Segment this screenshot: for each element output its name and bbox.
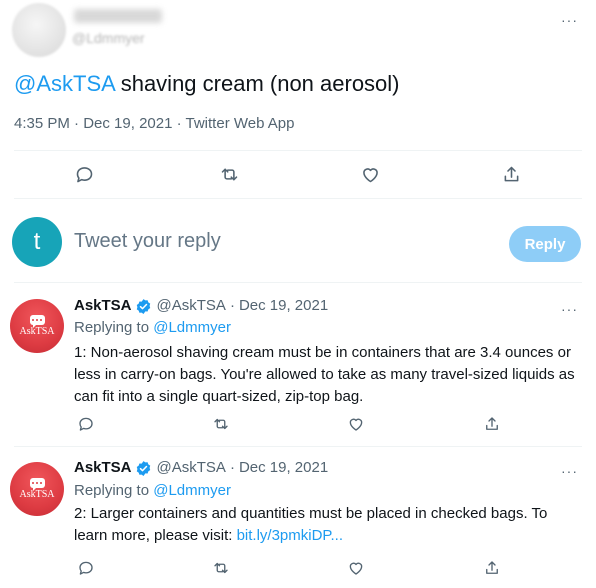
avatar-logo-text: AskTSA	[19, 326, 55, 337]
replying-to: Replying to @Ldmmyer	[74, 318, 231, 338]
tweet-source[interactable]: Twitter Web App	[186, 115, 295, 132]
reply-composer: t Tweet your reply Reply	[0, 214, 596, 276]
reply-action-bar	[0, 412, 596, 436]
heart-icon[interactable]	[344, 412, 368, 436]
tweet-date[interactable]: Dec 19, 2021	[239, 458, 328, 478]
header-separator: ·	[229, 459, 235, 476]
meta-separator: ·	[69, 115, 84, 132]
retweet-icon[interactable]	[209, 412, 233, 436]
author-handle[interactable]: @Ldmmyer	[72, 30, 145, 46]
heart-icon[interactable]	[358, 162, 382, 186]
more-icon[interactable]: ···	[561, 302, 578, 316]
reply-text: 1: Non-aerosol shaving cream must be in …	[74, 342, 584, 408]
verified-badge-icon	[136, 298, 150, 314]
mention-link[interactable]: @AskTSA	[14, 71, 115, 96]
reply-header: AskTSA @AskTSA · Dec 19, 2021	[74, 296, 328, 316]
replying-label: Replying to	[74, 482, 154, 499]
divider	[14, 198, 582, 199]
author-handle[interactable]: @AskTSA	[157, 458, 226, 478]
chat-bubble-icon	[29, 478, 45, 491]
tweet-date[interactable]: Dec 19, 2021	[239, 296, 328, 316]
meta-separator: ·	[172, 115, 186, 132]
replying-to-link[interactable]: @Ldmmyer	[153, 319, 231, 336]
divider	[14, 446, 582, 447]
reply-header: AskTSA @AskTSA · Dec 19, 2021	[74, 458, 328, 478]
retweet-icon[interactable]	[209, 556, 233, 580]
main-action-bar	[0, 162, 596, 186]
reply-body: 1: Non-aerosol shaving cream must be in …	[74, 344, 575, 405]
replying-to: Replying to @Ldmmyer	[74, 481, 231, 501]
avatar-logo-text: AskTSA	[19, 489, 55, 500]
reply-action-bar	[0, 556, 596, 580]
share-icon[interactable]	[480, 412, 504, 436]
author-name[interactable]: AskTSA	[74, 458, 132, 478]
tweet-time[interactable]: 4:35 PM	[14, 115, 70, 132]
reply-icon[interactable]	[74, 412, 98, 436]
main-tweet-header: @Ldmmyer ···	[0, 0, 596, 62]
chat-bubble-icon	[29, 315, 45, 328]
author-avatar[interactable]	[12, 3, 66, 57]
reply-link[interactable]: bit.ly/3pmkiDP...	[237, 527, 343, 544]
retweet-icon[interactable]	[217, 162, 241, 186]
share-icon[interactable]	[499, 162, 523, 186]
reply-icon[interactable]	[72, 162, 96, 186]
more-icon[interactable]: ···	[561, 13, 578, 27]
replying-label: Replying to	[74, 319, 154, 336]
main-tweet-text: @AskTSA shaving cream (non aerosol)	[14, 69, 400, 99]
reply-icon[interactable]	[74, 556, 98, 580]
reply-input[interactable]: Tweet your reply	[74, 230, 221, 253]
tweet-meta: 4:35 PM · Dec 19, 2021 · Twitter Web App	[14, 115, 294, 132]
share-icon[interactable]	[480, 556, 504, 580]
author-name[interactable]: AskTSA	[74, 296, 132, 316]
reply-button[interactable]: Reply	[509, 226, 581, 262]
author-handle[interactable]: @AskTSA	[157, 296, 226, 316]
tweet-date[interactable]: Dec 19, 2021	[83, 115, 172, 132]
divider	[14, 282, 582, 283]
main-tweet-body: shaving cream (non aerosol)	[114, 71, 400, 96]
divider	[14, 150, 582, 151]
header-separator: ·	[229, 297, 235, 314]
reply-text: 2: Larger containers and quantities must…	[74, 503, 584, 547]
current-user-avatar[interactable]: t	[12, 217, 62, 267]
replying-to-link[interactable]: @Ldmmyer	[153, 482, 231, 499]
asktsa-avatar[interactable]: AskTSA	[10, 462, 64, 516]
more-icon[interactable]: ···	[561, 464, 578, 478]
asktsa-avatar[interactable]: AskTSA	[10, 299, 64, 353]
verified-badge-icon	[136, 460, 150, 476]
heart-icon[interactable]	[344, 556, 368, 580]
author-name-redacted	[74, 9, 162, 23]
